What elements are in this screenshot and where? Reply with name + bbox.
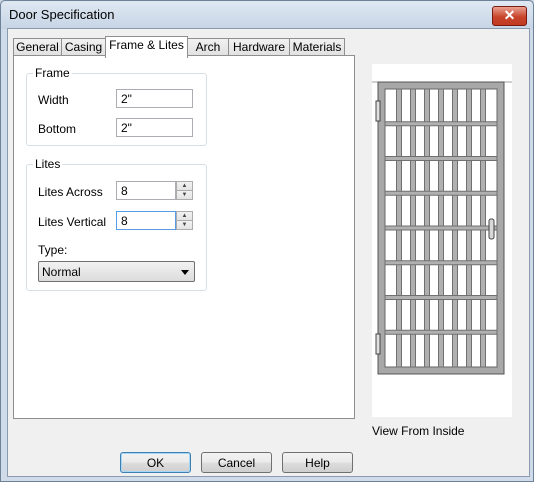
horizontal-muntin bbox=[384, 156, 498, 161]
title-bar[interactable]: Door Specification ✕ bbox=[1, 1, 533, 29]
width-label: Width bbox=[38, 93, 69, 107]
ok-button[interactable]: OK bbox=[120, 452, 191, 473]
lites-across-field[interactable]: 8 bbox=[116, 181, 176, 200]
horizontal-muntin bbox=[384, 225, 498, 231]
lites-across-label: Lites Across bbox=[38, 185, 103, 199]
cancel-button[interactable]: Cancel bbox=[201, 452, 272, 473]
horizontal-muntin bbox=[384, 329, 498, 335]
type-selected-value: Normal bbox=[42, 265, 81, 279]
lites-group: Lites Lites Across 8 ▲ ▼ Lites Vertical … bbox=[26, 157, 207, 291]
lites-vertical-label: Lites Vertical bbox=[38, 215, 107, 229]
horizontal-muntin bbox=[384, 260, 498, 266]
tab-general[interactable]: General bbox=[13, 38, 62, 56]
dialog-body: General Casing Frame & Lites Arch Hardwa… bbox=[7, 28, 530, 477]
top-hinge bbox=[375, 100, 381, 122]
type-label: Type: bbox=[38, 243, 68, 257]
frame-width-field[interactable]: 2" bbox=[116, 89, 193, 108]
lites-group-label: Lites bbox=[33, 157, 63, 171]
type-select[interactable]: Normal bbox=[38, 261, 195, 282]
help-button[interactable]: Help bbox=[282, 452, 353, 473]
close-icon: ✕ bbox=[503, 7, 516, 23]
preview-caption: View From Inside bbox=[372, 424, 465, 438]
tab-materials[interactable]: Materials bbox=[289, 38, 345, 56]
horizontal-muntin bbox=[384, 190, 498, 196]
frame-group: Frame Width 2" Bottom 2" bbox=[26, 66, 207, 146]
close-button[interactable]: ✕ bbox=[492, 6, 527, 26]
horizontal-muntin bbox=[384, 121, 498, 127]
door-preview-drawing bbox=[372, 81, 512, 375]
lites-across-spinner[interactable]: ▲ ▼ bbox=[176, 181, 193, 200]
horizontal-muntin bbox=[384, 295, 498, 300]
tab-hardware[interactable]: Hardware bbox=[228, 38, 290, 56]
door-preview bbox=[372, 64, 512, 417]
chevron-down-icon bbox=[181, 270, 189, 275]
tab-arch[interactable]: Arch bbox=[187, 38, 229, 56]
window-title: Door Specification bbox=[9, 7, 115, 22]
bottom-hinge bbox=[375, 333, 381, 355]
tab-frame-lites[interactable]: Frame & Lites bbox=[105, 36, 188, 58]
tab-casing[interactable]: Casing bbox=[61, 38, 106, 56]
lites-vertical-spinner[interactable]: ▲ ▼ bbox=[176, 211, 193, 230]
frame-bottom-field[interactable]: 2" bbox=[116, 118, 193, 137]
chevron-down-icon[interactable]: ▼ bbox=[176, 190, 193, 200]
lites-vertical-field[interactable]: 8 bbox=[116, 211, 176, 230]
bottom-label: Bottom bbox=[38, 122, 77, 136]
door-handle bbox=[488, 218, 495, 240]
chevron-down-icon[interactable]: ▼ bbox=[176, 220, 193, 230]
lite-grid bbox=[384, 88, 498, 368]
frame-lites-panel: Frame Width 2" Bottom 2" Lites Lites Acr… bbox=[13, 55, 355, 419]
door-specification-dialog: Door Specification ✕ General Casing Fram… bbox=[0, 0, 534, 482]
frame-group-label: Frame bbox=[33, 66, 72, 80]
